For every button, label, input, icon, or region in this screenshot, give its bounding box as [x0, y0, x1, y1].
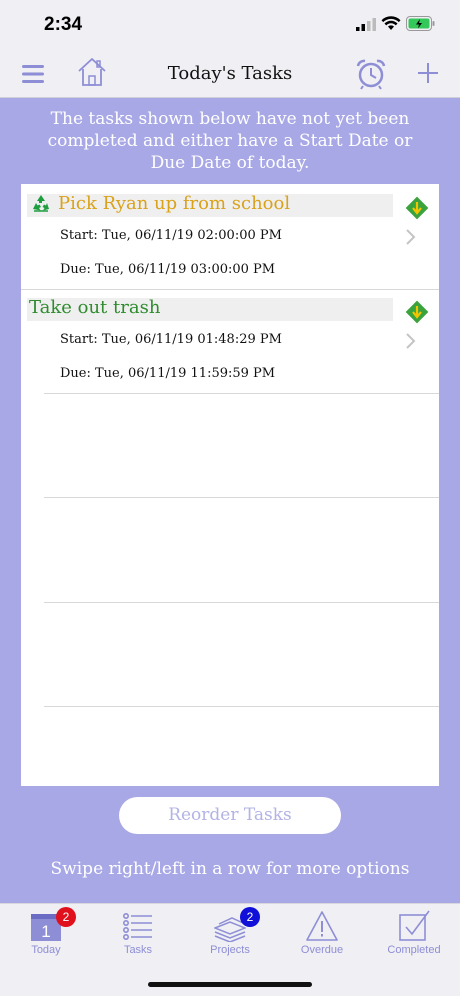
list-icon: [122, 912, 152, 940]
row-divider: [44, 706, 439, 707]
warning-icon: [306, 911, 338, 941]
task-row[interactable]: Take out trash Start: Tue, 06/11/19 01:4…: [21, 288, 439, 392]
row-divider: [44, 393, 439, 394]
navigation-bar: Today's Tasks: [0, 50, 460, 98]
page-title: Today's Tasks: [167, 63, 293, 84]
priority-down-icon[interactable]: [405, 300, 429, 324]
tab-label: Projects: [210, 944, 250, 956]
svg-text:1: 1: [41, 922, 50, 941]
task-list: Pick Ryan up from school Start: Tue, 06/…: [21, 184, 439, 786]
tab-label: Completed: [387, 944, 441, 956]
tab-overdue[interactable]: Overdue: [276, 904, 368, 964]
wifi-icon: [381, 16, 401, 30]
chevron-right-icon[interactable]: [405, 228, 417, 246]
home-indicator: [148, 982, 312, 987]
task-start-date: Start: Tue, 06/11/19 02:00:00 PM: [60, 228, 282, 243]
today-badge: 2: [56, 907, 76, 927]
task-title: Pick Ryan up from school: [58, 193, 291, 214]
alarm-clock-icon[interactable]: [355, 58, 387, 90]
projects-badge: 2: [240, 907, 260, 927]
task-start-date: Start: Tue, 06/11/19 01:48:29 PM: [60, 332, 282, 347]
checkbox-icon: [399, 910, 430, 941]
row-divider: [44, 602, 439, 603]
tab-tasks[interactable]: Tasks: [92, 904, 184, 964]
info-text: The tasks shown below have not yet been …: [47, 109, 413, 173]
swipe-hint: Swipe right/left in a row for more optio…: [50, 859, 410, 879]
recurring-icon: [33, 195, 49, 212]
tab-completed[interactable]: Completed: [368, 904, 460, 964]
status-bar: 2:34: [0, 0, 460, 50]
cellular-signal-icon: [356, 18, 376, 31]
chevron-right-icon[interactable]: [405, 332, 417, 350]
row-divider: [44, 497, 439, 498]
tab-label: Tasks: [123, 944, 153, 956]
reorder-tasks-button[interactable]: Reorder Tasks: [119, 797, 341, 834]
tab-label: Today: [31, 944, 61, 956]
task-title: Take out trash: [29, 297, 161, 318]
tab-label: Overdue: [300, 944, 344, 956]
tab-projects[interactable]: 2 Projects: [184, 904, 276, 964]
plus-icon[interactable]: [417, 62, 439, 84]
battery-icon: [406, 16, 435, 31]
priority-down-icon[interactable]: [405, 196, 429, 220]
tab-today[interactable]: 1 2 Today: [0, 904, 92, 964]
task-due-date: Due: Tue, 06/11/19 11:59:59 PM: [60, 366, 276, 381]
task-due-date: Due: Tue, 06/11/19 03:00:00 PM: [60, 262, 276, 277]
status-time: 2:34: [44, 14, 83, 35]
task-row[interactable]: Pick Ryan up from school Start: Tue, 06/…: [21, 184, 439, 288]
